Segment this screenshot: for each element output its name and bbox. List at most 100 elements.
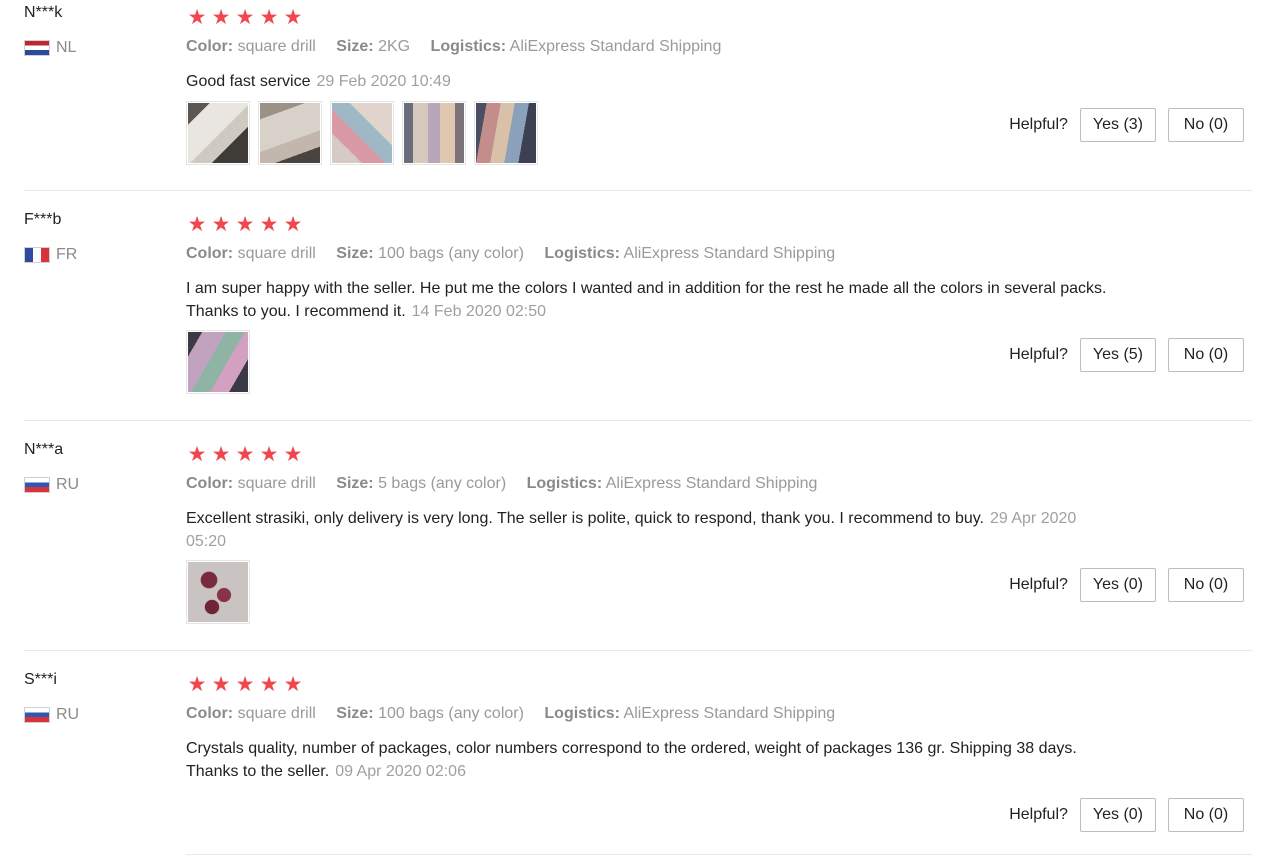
reviewer-country: RU bbox=[24, 475, 79, 495]
color-value: square drill bbox=[237, 475, 316, 492]
order-attributes: Color: square drill Size: 2KG Logistics:… bbox=[186, 38, 737, 56]
country-code: RU bbox=[56, 476, 80, 493]
review-date: 14 Feb 2020 02:50 bbox=[411, 303, 546, 320]
review-text: I am super happy with the seller. He put… bbox=[186, 280, 1107, 320]
review-photo-thumbnail[interactable] bbox=[330, 101, 394, 165]
star-icon: ★ bbox=[211, 6, 231, 29]
star-icon: ★ bbox=[259, 213, 279, 236]
review-date: 09 Apr 2020 02:06 bbox=[335, 763, 466, 780]
star-icon: ★ bbox=[283, 213, 303, 236]
helpful-no-button[interactable]: No (0) bbox=[1168, 338, 1244, 372]
star-icon: ★ bbox=[187, 6, 207, 29]
review-photos bbox=[186, 560, 250, 624]
color-label: Color: bbox=[186, 705, 234, 722]
star-icon: ★ bbox=[187, 443, 207, 466]
country-code: RU bbox=[56, 706, 80, 723]
helpful-yes-button[interactable]: Yes (0) bbox=[1079, 798, 1156, 832]
star-icon: ★ bbox=[283, 6, 303, 29]
flag-ru-icon bbox=[24, 477, 50, 493]
review-divider bbox=[24, 190, 1252, 191]
color-label: Color: bbox=[186, 475, 234, 492]
star-icon: ★ bbox=[259, 6, 279, 29]
review-text-block: Good fast service 29 Feb 2020 10:49 bbox=[186, 70, 1116, 93]
helpful-yes-button[interactable]: Yes (5) bbox=[1079, 338, 1156, 372]
helpful-voting: Helpful? Yes (0) No (0) bbox=[1009, 798, 1244, 832]
star-icon: ★ bbox=[283, 673, 303, 696]
helpful-voting: Helpful? Yes (3) No (0) bbox=[1009, 108, 1244, 142]
helpful-yes-button[interactable]: Yes (3) bbox=[1079, 108, 1156, 142]
review-photo-thumbnail[interactable] bbox=[186, 330, 250, 394]
review-photo-thumbnail[interactable] bbox=[186, 101, 250, 165]
order-attributes: Color: square drill Size: 100 bags (any … bbox=[186, 705, 851, 723]
review-text: Crystals quality, number of packages, co… bbox=[186, 740, 1077, 780]
review-photos bbox=[186, 101, 538, 165]
country-code: NL bbox=[56, 39, 77, 56]
size-label: Size: bbox=[336, 38, 374, 55]
star-icon: ★ bbox=[211, 213, 231, 236]
logistics-label: Logistics: bbox=[544, 705, 620, 722]
helpful-label: Helpful? bbox=[1009, 116, 1068, 133]
review-text: Good fast service bbox=[186, 73, 311, 90]
logistics-value: AliExpress Standard Shipping bbox=[623, 245, 836, 262]
size-label: Size: bbox=[336, 705, 374, 722]
star-rating: ★ ★ ★ ★ ★ bbox=[186, 213, 304, 237]
size-label: Size: bbox=[336, 245, 374, 262]
color-value: square drill bbox=[237, 245, 316, 262]
review-item: N***a RU ★ ★ ★ ★ ★ Color: square drill Size:… bbox=[0, 441, 1264, 650]
review-divider bbox=[24, 650, 1252, 651]
flag-fr-icon bbox=[24, 247, 50, 263]
star-icon: ★ bbox=[235, 213, 255, 236]
helpful-no-button[interactable]: No (0) bbox=[1168, 798, 1244, 832]
size-value: 5 bags (any color) bbox=[378, 475, 507, 492]
flag-ru-icon bbox=[24, 707, 50, 723]
reviewer-country: NL bbox=[24, 38, 76, 58]
review-photo-thumbnail[interactable] bbox=[186, 560, 250, 624]
order-attributes: Color: square drill Size: 100 bags (any … bbox=[186, 245, 851, 263]
helpful-yes-button[interactable]: Yes (0) bbox=[1079, 568, 1156, 602]
size-value: 100 bags (any color) bbox=[378, 245, 524, 262]
star-icon: ★ bbox=[283, 443, 303, 466]
star-icon: ★ bbox=[211, 673, 231, 696]
order-attributes: Color: square drill Size: 5 bags (any co… bbox=[186, 475, 833, 493]
review-photos bbox=[186, 330, 250, 394]
size-value: 100 bags (any color) bbox=[378, 705, 524, 722]
logistics-label: Logistics: bbox=[430, 38, 507, 55]
review-item: S***i RU ★ ★ ★ ★ ★ Color: square drill Size:… bbox=[0, 671, 1264, 855]
helpful-label: Helpful? bbox=[1009, 806, 1068, 823]
review-text: Excellent strasiki, only delivery is ver… bbox=[186, 510, 984, 527]
reviewer-country: RU bbox=[24, 705, 79, 725]
color-value: square drill bbox=[237, 705, 316, 722]
star-rating: ★ ★ ★ ★ ★ bbox=[186, 673, 304, 697]
review-text-block: Excellent strasiki, only delivery is ver… bbox=[186, 507, 1116, 553]
flag-nl-icon bbox=[24, 40, 50, 56]
review-divider bbox=[24, 420, 1252, 421]
color-value: square drill bbox=[237, 38, 316, 55]
size-value: 2KG bbox=[378, 38, 411, 55]
star-icon: ★ bbox=[187, 673, 207, 696]
star-icon: ★ bbox=[235, 673, 255, 696]
color-label: Color: bbox=[186, 38, 234, 55]
review-date: 29 Feb 2020 10:49 bbox=[316, 73, 451, 90]
review-photo-thumbnail[interactable] bbox=[402, 101, 466, 165]
logistics-label: Logistics: bbox=[544, 245, 620, 262]
review-photo-thumbnail[interactable] bbox=[258, 101, 322, 165]
star-icon: ★ bbox=[259, 443, 279, 466]
helpful-label: Helpful? bbox=[1009, 346, 1068, 363]
review-text-block: Crystals quality, number of packages, co… bbox=[186, 737, 1116, 783]
review-item: F***b FR ★ ★ ★ ★ ★ Color: square drill Size:… bbox=[0, 211, 1264, 420]
reviewer-name: N***a bbox=[24, 441, 64, 458]
helpful-voting: Helpful? Yes (5) No (0) bbox=[1009, 338, 1244, 372]
review-item: N***k NL ★ ★ ★ ★ ★ Color: square drill Size:… bbox=[0, 4, 1264, 191]
size-label: Size: bbox=[336, 475, 374, 492]
star-icon: ★ bbox=[235, 6, 255, 29]
helpful-no-button[interactable]: No (0) bbox=[1168, 568, 1244, 602]
helpful-no-button[interactable]: No (0) bbox=[1168, 108, 1244, 142]
color-label: Color: bbox=[186, 245, 234, 262]
helpful-label: Helpful? bbox=[1009, 576, 1068, 593]
review-photo-thumbnail[interactable] bbox=[474, 101, 538, 165]
reviewer-name: F***b bbox=[24, 211, 62, 228]
reviewer-name: N***k bbox=[24, 4, 63, 21]
star-icon: ★ bbox=[235, 443, 255, 466]
logistics-label: Logistics: bbox=[526, 475, 603, 492]
reviewer-country: FR bbox=[24, 245, 77, 265]
